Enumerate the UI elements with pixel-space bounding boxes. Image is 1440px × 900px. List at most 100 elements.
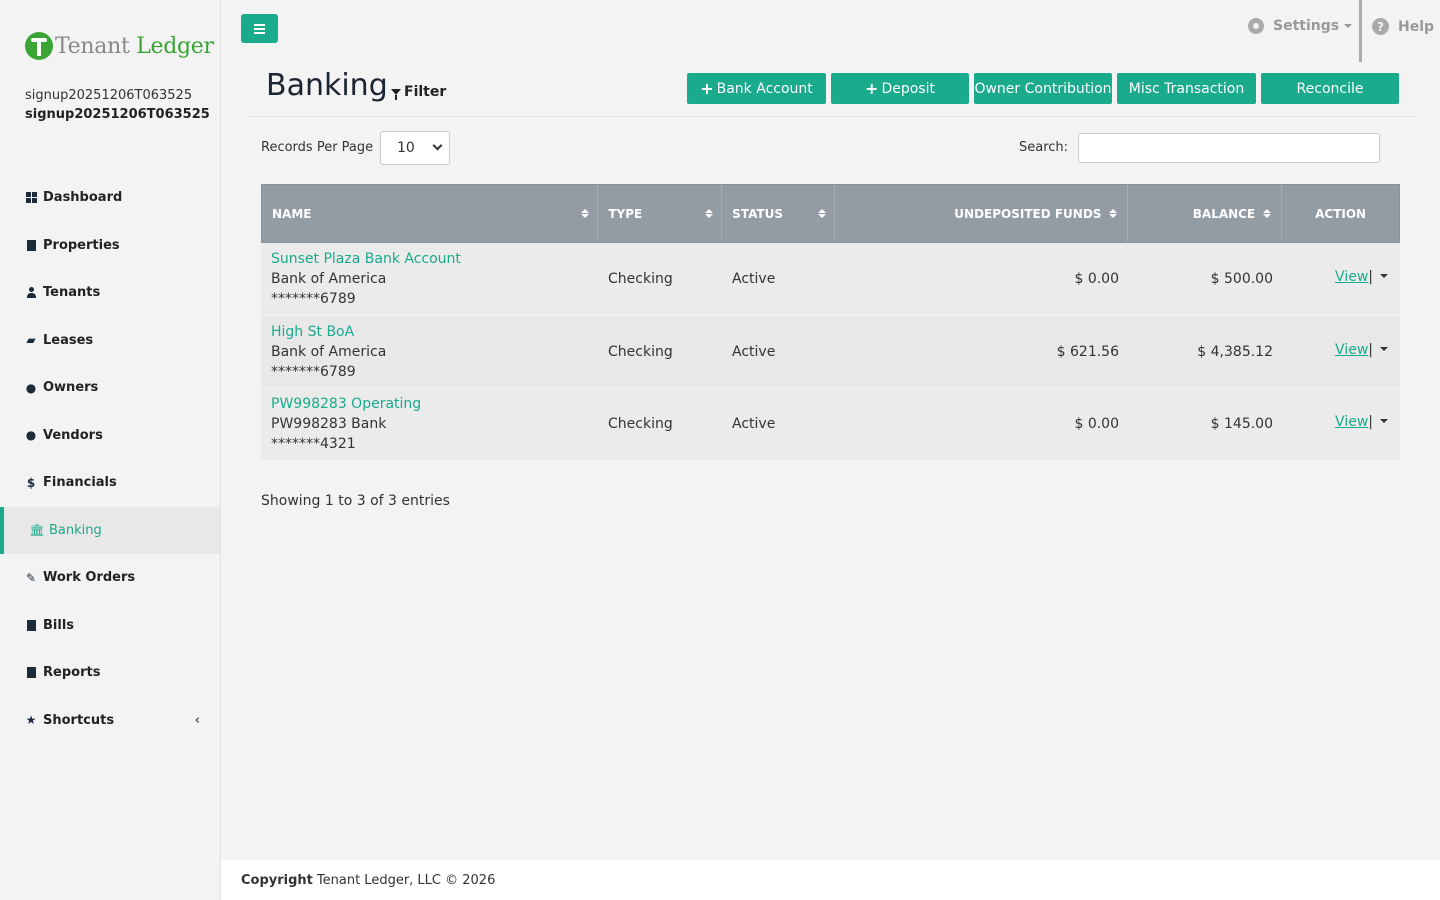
separator: | [1368,414,1373,431]
users-icon: ● [25,428,37,443]
sidebar-item-label: Properties [43,237,120,253]
plus-icon: + [700,79,714,98]
search-label: Search: [1019,140,1069,155]
reconcile-button[interactable]: Reconcile [1261,73,1399,104]
search-input[interactable] [1078,133,1380,163]
sidebar-item-label: Dashboard [43,190,123,206]
view-link[interactable]: View [1335,269,1368,285]
sidebar-item-tenants[interactable]: Tenants [0,269,220,317]
table-header: NAME TYPE STATUS UNDEPOSITED FUNDS BALAN… [261,184,1400,243]
sidebar-item-label: Reports [43,665,101,681]
column-header-balance[interactable]: BALANCE [1128,185,1283,242]
undeposited-cell: $ 0.00 [1074,270,1119,287]
sort-icon [581,209,590,218]
sidebar-item-work-orders[interactable]: ✎ Work Orders [0,554,220,602]
sidebar-item-properties[interactable]: Properties [0,222,220,270]
name-cell: PW998283 Operating PW998283 Bank *******… [261,388,598,460]
table-row: Sunset Plaza Bank Account Bank of Americ… [261,243,1400,316]
separator: | [1368,341,1373,358]
logo-text: Tenant Ledger [55,33,214,59]
sort-icon [1263,209,1272,218]
undeposited-cell: $ 621.56 [1056,343,1119,360]
type-cell: Checking [608,343,673,360]
records-per-page-select[interactable]: 10 [380,131,450,165]
menu-toggle-button[interactable] [241,14,278,43]
view-link[interactable]: View [1335,414,1368,430]
balance-cell: $ 145.00 [1210,416,1273,433]
add-bank-account-button[interactable]: + Bank Account [687,73,826,104]
logo-mark-icon [25,32,53,60]
sidebar: Tenant Ledger signup20251206T063525 sign… [0,0,221,900]
bank-name: Bank of America [271,270,387,287]
account-number: *******4321 [271,436,356,453]
gear-icon [1248,18,1264,34]
column-header-status[interactable]: STATUS [722,185,835,242]
sidebar-item-banking[interactable]: 🏛 Banking [0,506,220,554]
copyright-text: Tenant Ledger, LLC © 2026 [316,872,496,888]
help-link[interactable]: ? Help [1372,18,1434,35]
misc-transaction-button[interactable]: Misc Transaction [1117,73,1256,104]
sidebar-item-bills[interactable]: Bills [0,602,220,650]
sidebar-item-shortcuts[interactable]: ★ Shortcuts ‹ [0,697,220,745]
sidebar-item-dashboard[interactable]: Dashboard [0,174,220,222]
sort-icon [817,209,826,218]
status-cell: Active [732,343,776,360]
column-header-name[interactable]: NAME [262,185,599,242]
table-row: PW998283 Operating PW998283 Bank *******… [261,388,1400,462]
undeposited-cell: $ 0.00 [1074,416,1119,433]
bank-name: Bank of America [271,343,387,360]
name-cell: Sunset Plaza Bank Account Bank of Americ… [261,243,598,315]
caret-down-icon[interactable] [1380,419,1388,424]
type-cell: Checking [608,270,673,287]
settings-dropdown[interactable]: Settings [1248,18,1353,34]
folder-open-icon: ▰ [26,333,36,348]
name-cell: High St BoA Bank of America *******6789 [261,316,598,388]
logo[interactable]: Tenant Ledger [25,32,214,60]
chevron-left-icon[interactable]: ‹ [195,713,200,728]
bank-icon: 🏛 [29,523,45,538]
caret-down-icon[interactable] [1380,346,1388,351]
records-per-page-value: 10 [397,140,415,156]
user-name: signup20251206T063525 [25,88,193,103]
help-label: Help [1398,18,1435,35]
edit-icon: ✎ [25,570,37,585]
add-deposit-button[interactable]: + Deposit [831,73,969,104]
sidebar-item-label: Financials [43,475,117,491]
balance-cell: $ 4,385.12 [1197,343,1273,360]
filter-icon [391,89,401,100]
sidebar-nav: Dashboard Properties Tenants ▰ Leases ● … [0,174,220,744]
account-name-link[interactable]: PW998283 Operating [271,394,421,414]
bank-accounts-table: NAME TYPE STATUS UNDEPOSITED FUNDS BALAN… [261,184,1400,462]
sidebar-item-label: Banking [49,522,102,538]
users-icon: ● [25,380,37,395]
table-info: Showing 1 to 3 of 3 entries [261,493,450,509]
sidebar-item-vendors[interactable]: ● Vendors [0,412,220,460]
account-name-link[interactable]: High St BoA [271,322,354,342]
column-header-undeposited-funds[interactable]: UNDEPOSITED FUNDS [835,185,1129,242]
sidebar-item-financials[interactable]: $ Financials [0,459,220,507]
sidebar-item-leases[interactable]: ▰ Leases [0,317,220,365]
sidebar-item-label: Tenants [43,285,101,301]
filter-button[interactable]: Filter [391,84,446,100]
action-cell: View| [1283,388,1400,460]
divider [1359,0,1362,62]
file-icon [25,619,37,631]
sidebar-item-owners[interactable]: ● Owners [0,364,220,412]
owner-contribution-button[interactable]: Owner Contribution [974,73,1112,104]
account-name-link[interactable]: Sunset Plaza Bank Account [271,249,461,269]
topbar: Settings ? Help [221,0,1440,62]
chevron-down-icon [432,140,443,151]
footer: Copyright Tenant Ledger, LLC © 2026 [221,860,1440,900]
caret-down-icon[interactable] [1380,274,1388,278]
balance-cell: $ 500.00 [1210,270,1273,287]
sidebar-item-reports[interactable]: Reports [0,649,220,697]
status-cell: Active [732,416,776,433]
view-link[interactable]: View [1335,342,1368,358]
star-icon: ★ [25,713,37,728]
account-number: *******6789 [271,290,356,307]
status-cell: Active [732,270,776,287]
sidebar-item-label: Owners [43,380,99,396]
column-header-type[interactable]: TYPE [598,185,723,242]
plus-icon: + [865,79,879,98]
table-row: High St BoA Bank of America *******6789 … [261,315,1400,389]
